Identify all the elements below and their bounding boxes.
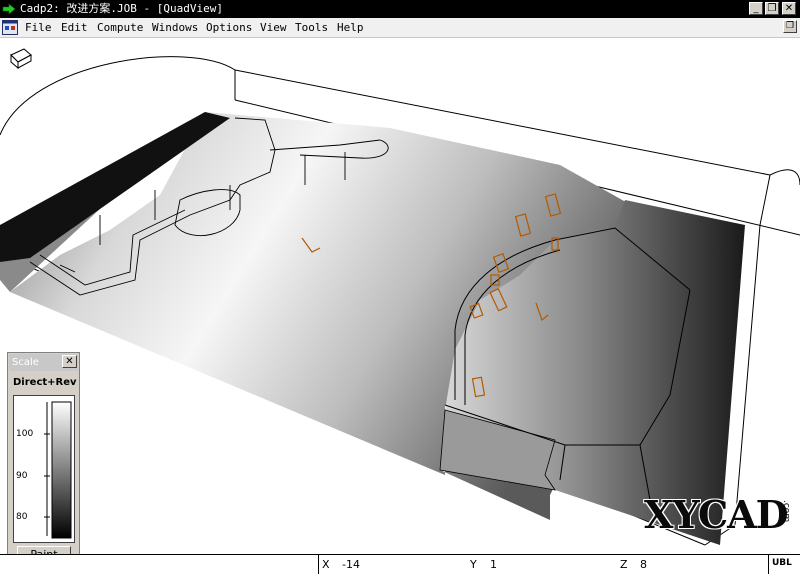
status-bar: X -14 Y 1 Z 8 UBL [0,554,800,574]
xycad-watermark: XYCAD [644,492,789,537]
color-scale: 100 90 80 [13,395,75,543]
scale-close-button[interactable]: ✕ [62,355,77,368]
menu-file[interactable]: File [25,21,52,34]
menu-help[interactable]: Help [337,21,364,34]
document-restore-button[interactable]: ❐ [783,20,797,33]
ubl-brand-icon: UBL [772,558,792,568]
status-y-label: Y [470,558,477,571]
status-x-label: X [322,558,330,571]
menu-windows[interactable]: Windows [152,21,198,34]
menu-compute[interactable]: Compute [97,21,143,34]
menu-tools[interactable]: Tools [295,21,328,34]
scale-tick-80: 80 [16,512,28,522]
menu-edit[interactable]: Edit [61,21,88,34]
app-arrow-icon [2,3,16,15]
status-z-label: Z [620,558,628,571]
status-separator [318,555,319,574]
3d-viewport[interactable] [0,38,800,554]
menu-bar: File Edit Compute Windows Options View T… [0,18,800,38]
restore-button[interactable]: ❐ [765,2,779,15]
window-title: Cadp2: 改进方案.JOB - [QuadView] [20,2,223,15]
menu-view[interactable]: View [260,21,287,34]
status-x-value: -14 [342,558,360,571]
scale-mode-label: Direct+Rev [13,377,77,388]
minimize-button[interactable]: _ [749,2,763,15]
xycad-watermark-suffix: .com [781,500,791,523]
menu-options[interactable]: Options [206,21,252,34]
status-y-value: 1 [490,558,497,571]
status-z-value: 8 [640,558,647,571]
view-cube-icon[interactable] [10,48,32,70]
scale-panel: Scale ✕ Direct+Rev 100 90 80 Paint [7,352,80,566]
scale-tick-90: 90 [16,471,28,481]
scale-tick-100: 100 [16,429,34,439]
close-button[interactable]: ✕ [782,2,796,15]
title-bar: Cadp2: 改进方案.JOB - [QuadView] _ ❐ ✕ [0,0,800,18]
status-separator-right [768,555,769,574]
document-window-icon[interactable] [2,20,18,35]
